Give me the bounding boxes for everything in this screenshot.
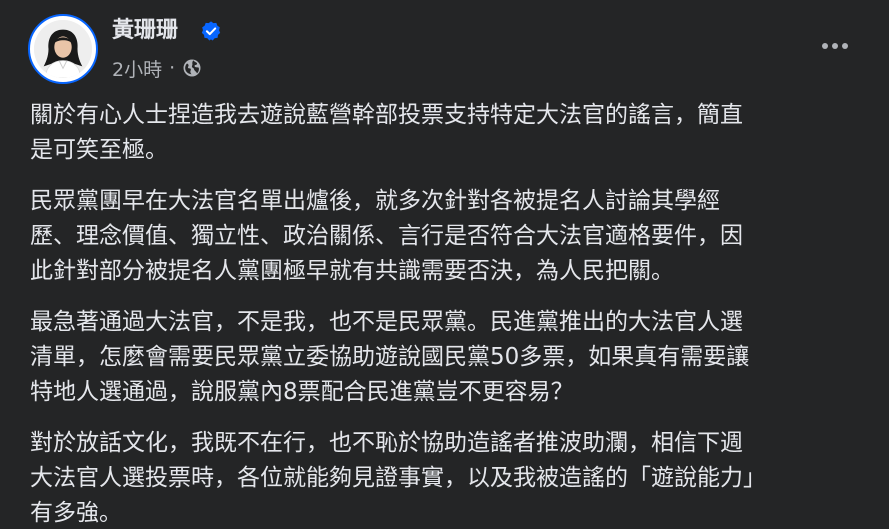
post-paragraph: 對於放話文化，我既不在行，也不恥於協助造謠者推波助瀾，相信下週 大法官人選投票時… — [30, 426, 866, 529]
more-options-dot — [822, 43, 828, 49]
post-line: 特地人選通過，說服黨內8票配合民進黨豈不更容易？ — [30, 379, 574, 405]
facebook-post: 黃珊珊 2小時 · 關於有心人士捏造我去遊說藍營幹部投票支持特定大法官的謠言，簡… — [0, 0, 889, 529]
post-line: 關於有心人士捏造我去遊說藍營幹部投票支持特定大法官的謠言，簡直 — [30, 102, 743, 128]
post-meta: 2小時 · — [112, 55, 202, 81]
author-avatar[interactable] — [28, 14, 98, 84]
post-body: 關於有心人士捏造我去遊說藍營幹部投票支持特定大法官的謠言，簡直 是可笑至極。 民… — [30, 98, 866, 529]
person-portrait-icon — [34, 20, 92, 78]
post-line: 民眾黨團早在大法官名單出爐後，就多次針對各被提名人討論其學經 — [30, 188, 720, 214]
post-timestamp[interactable]: 2小時 — [112, 55, 162, 82]
more-options-button[interactable] — [815, 30, 855, 62]
verified-badge-icon — [201, 21, 221, 41]
avatar-photo — [34, 20, 92, 78]
post-line: 有多強。 — [30, 500, 122, 526]
post-paragraph: 最急著通過大法官，不是我，也不是民眾黨。民進黨推出的大法官人選 清單，怎麼會需要… — [30, 305, 866, 410]
meta-separator: · — [169, 57, 176, 79]
author-name[interactable]: 黃珊珊 — [112, 16, 178, 46]
globe-icon[interactable] — [182, 58, 202, 78]
post-paragraph: 關於有心人士捏造我去遊說藍營幹部投票支持特定大法官的謠言，簡直 是可笑至極。 — [30, 98, 866, 168]
post-line: 是可笑至極。 — [30, 137, 168, 163]
more-options-dot — [832, 43, 838, 49]
post-line: 對於放話文化，我既不在行，也不恥於協助造謠者推波助瀾，相信下週 — [30, 430, 743, 456]
post-line: 此針對部分被提名人黨團極早就有共識需要否決，為人民把關。 — [30, 258, 674, 284]
post-line: 最急著通過大法官，不是我，也不是民眾黨。民進黨推出的大法官人選 — [30, 309, 743, 335]
post-line: 歷、理念價值、獨立性、政治關係、言行是否符合大法官適格要件，因 — [30, 223, 743, 249]
post-line: 清單，怎麼會需要民眾黨立委協助遊說國民黨50多票，如果真有需要讓 — [30, 344, 750, 370]
post-paragraph: 民眾黨團早在大法官名單出爐後，就多次針對各被提名人討論其學經 歷、理念價值、獨立… — [30, 184, 866, 289]
more-options-dot — [842, 43, 848, 49]
post-line: 大法官人選投票時，各位就能夠見證事實，以及我被造謠的「遊說能力」 — [30, 465, 766, 491]
